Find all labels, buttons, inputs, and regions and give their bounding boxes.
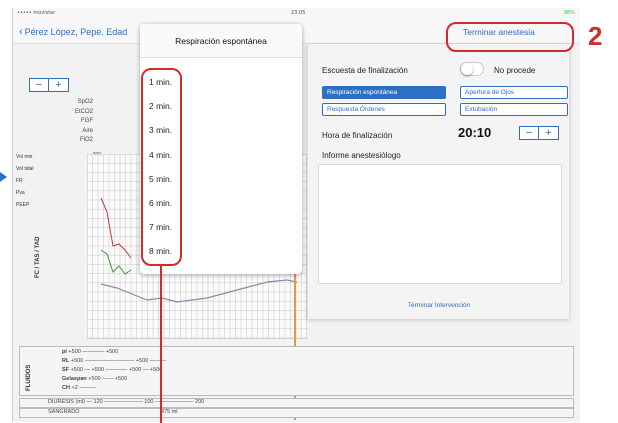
end-scale-label: Escuesta de finalización <box>322 66 408 75</box>
bleeding-row[interactable]: SANGRADO 475 ml <box>19 408 574 418</box>
vital-label: Pva <box>16 190 25 196</box>
end-time-value[interactable]: 20:10 <box>458 125 491 140</box>
vital-label: FR <box>16 178 23 184</box>
no-procede-label: No procede <box>494 66 536 75</box>
zoom-in-button[interactable]: + <box>49 78 69 92</box>
fluid-name: pl <box>62 349 67 355</box>
popover-title: Respiración espontánea <box>140 24 302 58</box>
status-bar: ••••• movistar 23:05 98% <box>13 8 580 18</box>
vital-label: Vol min <box>16 154 33 160</box>
report-label: Informe anestesiólogo <box>322 151 401 160</box>
fluid-marks: +500 — +500 ———— +500 — +500 <box>70 367 163 373</box>
fluid-name: CH <box>62 385 70 391</box>
respuesta-ordenes-button[interactable]: Respuesta Órdenes <box>322 103 446 116</box>
terminate-highlight-outline <box>446 22 574 52</box>
extubacion-button[interactable]: Extubación <box>460 103 568 116</box>
diuresis-row[interactable]: DIURESIS (ml) — 120 ——————— 100 ——————— … <box>19 398 574 408</box>
ipad-screen: ••••• movistar 23:05 98% ‹ Pérez López, P… <box>12 8 580 422</box>
time-decrement-button[interactable]: − <box>519 126 539 140</box>
zoom-out-button[interactable]: − <box>29 78 49 92</box>
zoom-controls: − + <box>29 78 69 92</box>
no-procede-toggle[interactable] <box>460 62 484 76</box>
diuresis-label: DIURESIS (ml) <box>48 399 85 405</box>
anesthesiologist-report-field[interactable] <box>318 164 562 284</box>
end-time-label: Hora de finalización <box>322 131 393 140</box>
fluid-row[interactable]: RL +500 ————————— +500 ——— <box>62 358 166 364</box>
fluid-marks: +500 ————————— +500 ——— <box>70 358 167 364</box>
respiracion-espontanea-button[interactable]: Respiración espontánea <box>322 86 446 99</box>
fluid-marks: +2 ——— <box>71 385 96 391</box>
screenshot-stage: ••••• movistar 23:05 98% ‹ Pérez López, P… <box>0 0 618 423</box>
chart-side-label: FC / TAS / TAD <box>35 236 41 278</box>
end-time-stepper: − + <box>519 126 559 140</box>
callout-pointer-line <box>160 266 162 423</box>
fluids-label: FLUIDOS <box>26 364 32 391</box>
carrier-label: ••••• movistar <box>17 10 56 16</box>
param-label: FiO2 <box>79 137 93 143</box>
param-label: Aire <box>82 127 93 134</box>
clock-label: 23:05 <box>291 10 306 16</box>
fluid-name: SF <box>62 367 70 373</box>
end-intervention-button[interactable]: Terminar Intervención <box>308 302 570 309</box>
vital-label: Vol tidal <box>16 166 34 172</box>
chevron-left-icon: ‹ <box>19 26 23 38</box>
monitor-parameter-labels: SpO2 EtCO2 FGF Aire FiO2 <box>33 98 93 146</box>
ventilation-labels: Vol min Vol tidal FR Pva PEEP <box>16 154 66 214</box>
toggle-knob <box>461 63 473 75</box>
vital-label: PEEP <box>16 202 30 208</box>
minutes-highlight-outline <box>141 68 182 266</box>
fluid-name: RL <box>62 358 70 364</box>
arrow-right-icon <box>0 172 7 182</box>
fluid-marks: +500 ———— +500 <box>68 349 119 355</box>
fluid-row[interactable]: Gelaspan +500 —— +500 <box>62 376 127 382</box>
fluids-panel: FLUIDOS pl +500 ———— +500 RL +500 ——————… <box>19 346 574 396</box>
fluid-row[interactable]: CH +2 ——— <box>62 385 96 391</box>
param-label: EtCO2 <box>74 108 93 115</box>
fluid-marks: +500 —— +500 <box>88 376 128 382</box>
bleeding-value: 475 ml <box>161 409 178 415</box>
time-increment-button[interactable]: + <box>539 126 559 140</box>
patient-name: Pérez López, Pepe. Edad <box>24 27 128 37</box>
fluid-row[interactable]: SF +500 — +500 ———— +500 — +500 <box>62 367 162 373</box>
fluid-name: Gelaspan <box>62 376 87 382</box>
param-label: SpO2 <box>77 99 93 105</box>
apertura-ojos-button[interactable]: Apertura de Ojos <box>460 86 568 99</box>
diuresis-marks: — 120 ——————— 100 ——————— 200 <box>86 399 205 405</box>
callout-number: 2 <box>588 21 603 51</box>
fluid-row[interactable]: pl +500 ———— +500 <box>62 349 118 355</box>
end-anesthesia-panel: Escuesta de finalización No procede Resp… <box>307 44 569 319</box>
param-label: FGF <box>81 118 93 124</box>
bleeding-label: SANGRADO <box>48 409 80 415</box>
back-button[interactable]: ‹ Pérez López, Pepe. Edad <box>19 26 127 38</box>
battery-indicator: 98% <box>563 10 575 16</box>
